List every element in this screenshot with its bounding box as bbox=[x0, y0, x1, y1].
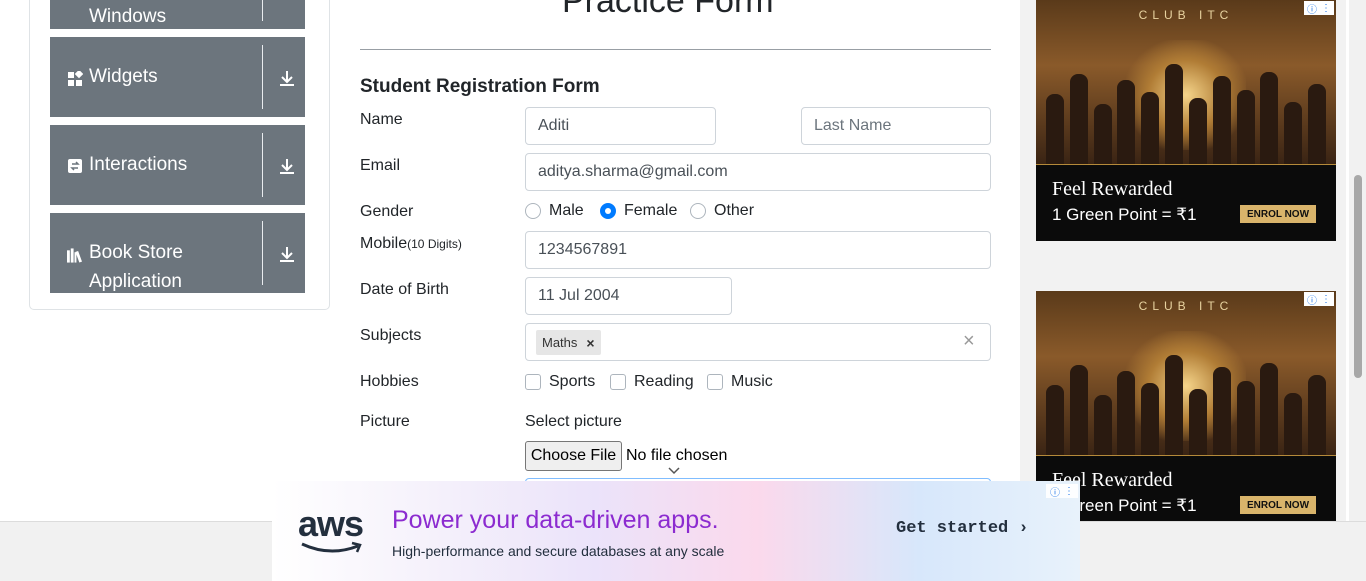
email-label: Email bbox=[360, 157, 401, 174]
info-icon[interactable]: ⓘ bbox=[1307, 292, 1317, 307]
hobbies-label: Hobbies bbox=[360, 373, 419, 390]
aws-headline: Power your data-driven apps. bbox=[392, 506, 719, 534]
club-itc-ad[interactable]: CLUB ITC Feel Rewarded 1 Green Point = ₹… bbox=[1036, 0, 1336, 241]
ad-subline: 1 Green Point = ₹1 bbox=[1052, 205, 1197, 224]
ad-photo: CLUB ITC bbox=[1036, 0, 1336, 164]
ad-choices[interactable]: ⓘ ⋮ bbox=[1046, 484, 1078, 499]
aws-subline: High-performance and secure databases at… bbox=[392, 543, 725, 559]
picture-label: Picture bbox=[360, 413, 410, 430]
mobile-input[interactable]: 1234567891 bbox=[525, 231, 991, 269]
page: Windows Widgets Interactions Book Store … bbox=[0, 0, 1366, 581]
sidebar-group-label: Interactions bbox=[89, 154, 188, 175]
radio-label: Male bbox=[549, 202, 584, 219]
divider bbox=[1036, 455, 1336, 456]
book-store-icon bbox=[67, 247, 83, 263]
hobby-checkbox-sports[interactable]: Sports bbox=[525, 373, 595, 391]
info-icon[interactable]: ⓘ bbox=[1050, 484, 1060, 499]
ad-brand: CLUB ITC bbox=[1138, 8, 1234, 22]
first-name-input[interactable]: Aditi bbox=[525, 107, 716, 145]
ad-choices[interactable]: ⓘ ⋮ bbox=[1304, 292, 1334, 307]
select-picture-label: Select picture bbox=[525, 413, 622, 430]
gender-radio-female[interactable]: Female bbox=[600, 202, 677, 220]
subject-chip: Maths × bbox=[536, 330, 601, 355]
kebab-icon[interactable]: ⋮ bbox=[1321, 294, 1331, 305]
sidebar-group-widgets[interactable]: Widgets bbox=[50, 37, 305, 117]
divider bbox=[262, 221, 263, 285]
subject-chip-label: Maths bbox=[542, 335, 578, 350]
get-started-link[interactable]: Get started › bbox=[896, 519, 1029, 538]
ad-brand: CLUB ITC bbox=[1138, 299, 1234, 313]
radio-button[interactable] bbox=[525, 203, 541, 219]
mobile-label: Mobile(10 Digits) bbox=[360, 235, 462, 253]
scrollbar-thumb[interactable] bbox=[1354, 175, 1362, 378]
hobby-checkbox-reading[interactable]: Reading bbox=[610, 373, 694, 391]
chip-remove-icon[interactable]: × bbox=[586, 335, 594, 351]
chevron-down-icon bbox=[668, 467, 680, 475]
divider bbox=[1036, 164, 1336, 165]
gender-radio-male[interactable]: Male bbox=[525, 202, 584, 220]
radio-label: Female bbox=[624, 202, 678, 219]
gender-radio-other[interactable]: Other bbox=[690, 202, 754, 220]
kebab-icon[interactable]: ⋮ bbox=[1064, 486, 1074, 497]
no-file-text: No file chosen bbox=[626, 447, 728, 464]
divider bbox=[262, 45, 263, 109]
radio-button-selected[interactable] bbox=[600, 203, 616, 219]
club-itc-ad-2[interactable]: CLUB ITC Feel Rewarded 1 Green Point = ₹… bbox=[1036, 291, 1336, 521]
widgets-icon bbox=[67, 70, 83, 86]
divider bbox=[360, 49, 991, 50]
mobile-label-text: Mobile bbox=[360, 235, 408, 252]
ad-choices[interactable]: ⓘ ⋮ bbox=[1304, 1, 1334, 16]
hobby-checkbox-music[interactable]: Music bbox=[707, 373, 773, 391]
download-icon bbox=[280, 71, 294, 86]
interactions-icon bbox=[67, 158, 83, 174]
info-icon[interactable]: ⓘ bbox=[1307, 1, 1317, 16]
sidebar-group-interactions[interactable]: Interactions bbox=[50, 125, 305, 205]
radio-label: Other bbox=[714, 202, 755, 219]
ad-photo: CLUB ITC bbox=[1036, 291, 1336, 455]
mobile-hint: (10 Digits) bbox=[407, 237, 462, 251]
download-icon bbox=[280, 159, 294, 174]
dob-label: Date of Birth bbox=[360, 281, 449, 298]
checkbox[interactable] bbox=[707, 374, 723, 390]
sidebar-group-label-line2: Application bbox=[89, 271, 182, 292]
divider bbox=[262, 0, 263, 21]
name-label: Name bbox=[360, 111, 403, 128]
download-icon bbox=[280, 247, 294, 262]
enrol-now-button[interactable]: ENROL NOW bbox=[1240, 496, 1316, 514]
email-input[interactable]: aditya.sharma@gmail.com bbox=[525, 153, 991, 191]
sidebar-group-label: Widgets bbox=[89, 66, 158, 87]
gender-label: Gender bbox=[360, 203, 414, 220]
form-heading: Student Registration Form bbox=[360, 76, 600, 97]
radio-button[interactable] bbox=[690, 203, 706, 219]
checkbox[interactable] bbox=[610, 374, 626, 390]
enrol-now-button[interactable]: ENROL NOW bbox=[1240, 205, 1316, 223]
sidebar-group-label: Windows bbox=[89, 6, 167, 27]
page-title: Practice Form bbox=[562, 0, 774, 20]
clear-icon[interactable]: × bbox=[963, 330, 975, 353]
sidebar-group-windows[interactable]: Windows bbox=[50, 0, 305, 29]
last-name-input[interactable]: Last Name bbox=[801, 107, 991, 145]
kebab-icon[interactable]: ⋮ bbox=[1321, 3, 1331, 14]
aws-smile-icon bbox=[301, 541, 362, 553]
checkbox-label: Sports bbox=[549, 373, 596, 390]
sidebar-group-book-store[interactable]: Book Store Application bbox=[50, 213, 305, 293]
checkbox-label: Music bbox=[731, 373, 773, 390]
ad-photo-people bbox=[1046, 351, 1326, 455]
aws-logo: aws bbox=[298, 503, 364, 544]
aws-ad-banner[interactable]: aws Power your data-driven apps. High-pe… bbox=[272, 481, 1080, 581]
ad-photo-people bbox=[1046, 60, 1326, 164]
checkbox-label: Reading bbox=[634, 373, 694, 390]
checkbox[interactable] bbox=[525, 374, 541, 390]
divider bbox=[262, 133, 263, 197]
sidebar-group-label: Book Store bbox=[89, 242, 183, 263]
dob-input[interactable]: 11 Jul 2004 bbox=[525, 277, 732, 315]
subjects-label: Subjects bbox=[360, 327, 422, 344]
choose-file-button[interactable]: Choose File bbox=[525, 441, 622, 471]
ad-headline: Feel Rewarded bbox=[1052, 178, 1173, 200]
